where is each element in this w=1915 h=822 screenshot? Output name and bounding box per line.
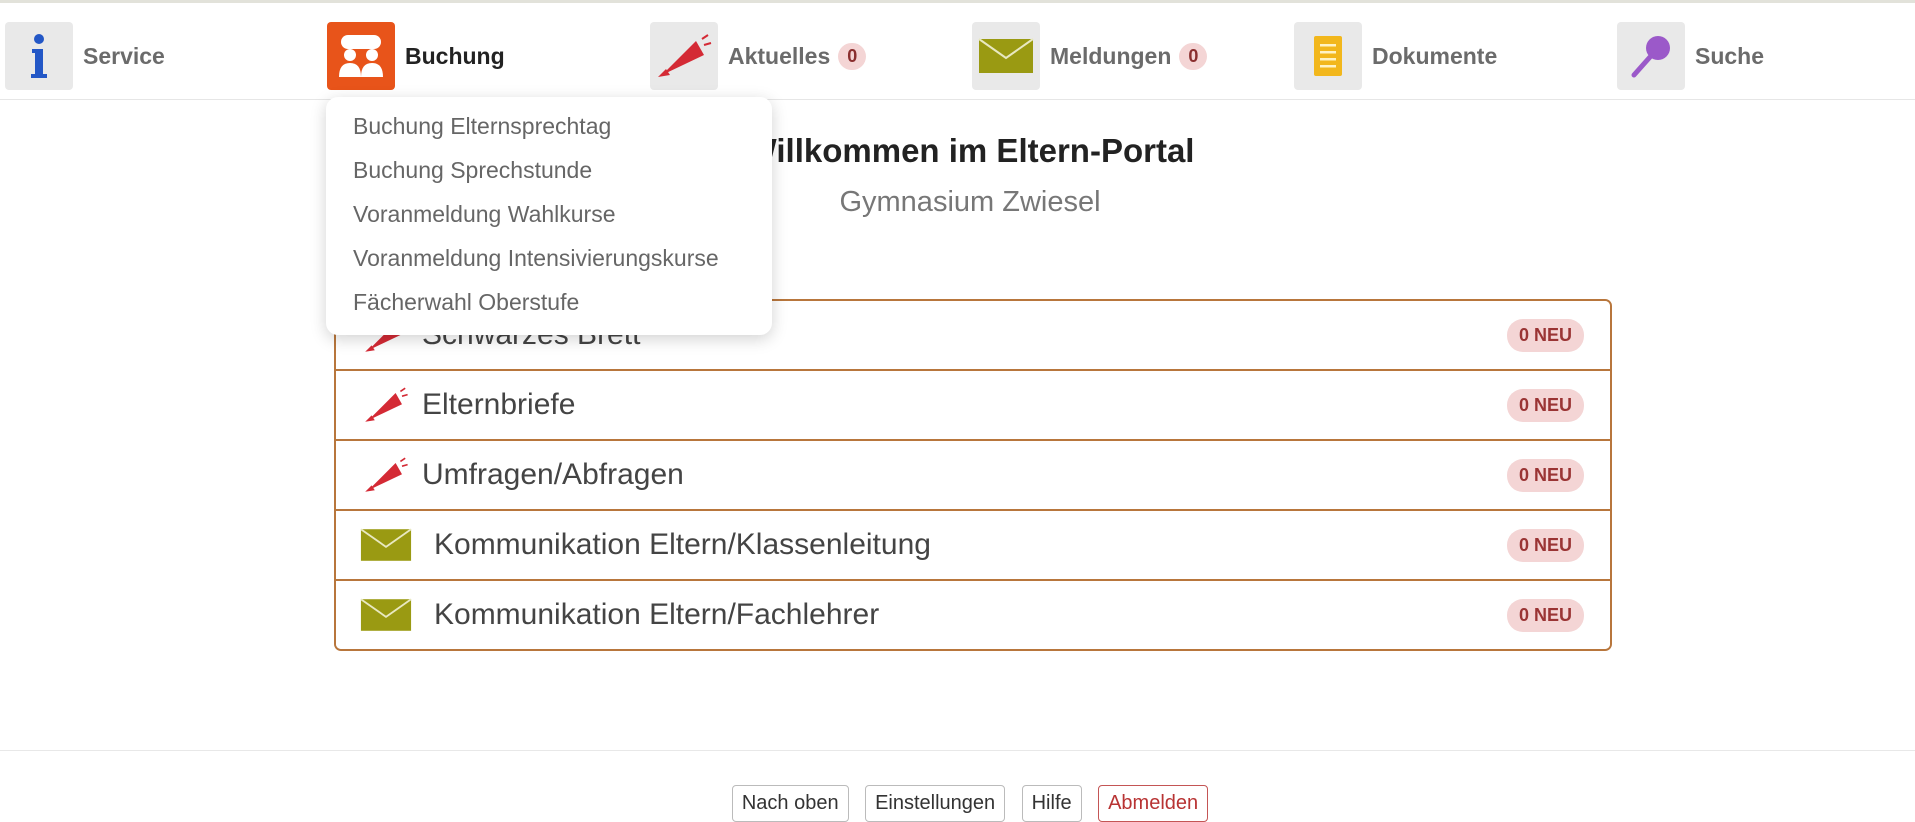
menu-item-intensivierungskurse[interactable]: Voranmeldung Intensivierungskurse: [353, 245, 719, 272]
meldungen-count-badge: 0: [1179, 42, 1208, 70]
new-count-badge: 0 NEU: [1506, 319, 1584, 352]
menu-item-sprechstunde[interactable]: Buchung Sprechstunde: [353, 157, 592, 184]
menu-item-wahlkurse[interactable]: Voranmeldung Wahlkurse: [353, 201, 616, 228]
nav-buchung[interactable]: Buchung: [327, 21, 505, 91]
nav-suche-label: Suche: [1695, 42, 1765, 69]
nav-aktuelles-label: Aktuelles: [728, 42, 831, 69]
footer: Nach oben Einstellungen Hilfe Abmelden: [0, 785, 1915, 822]
logout-button[interactable]: Abmelden: [1098, 785, 1209, 822]
envelope-icon: [360, 523, 412, 567]
list-item-label: Umfragen/Abfragen: [422, 458, 684, 491]
megaphone-icon: [360, 383, 412, 427]
envelope-icon: [360, 593, 412, 637]
magnifier-icon: [1617, 22, 1685, 90]
menu-item-faecherwahl[interactable]: Fächerwahl Oberstufe: [353, 289, 579, 316]
nav-meldungen[interactable]: Meldungen 0: [972, 21, 1208, 91]
aktuelles-count-badge: 0: [838, 42, 867, 70]
document-icon: [1294, 22, 1362, 90]
nav-suche[interactable]: Suche: [1617, 21, 1764, 91]
nav-meldungen-label: Meldungen: [1050, 42, 1172, 69]
school-name: Gymnasium Zwiesel: [839, 186, 1101, 218]
footer-divider: [0, 750, 1915, 751]
nav-service-label: Service: [83, 42, 165, 69]
back-to-top-button[interactable]: Nach oben: [731, 785, 849, 822]
new-count-badge: 0 NEU: [1506, 459, 1584, 492]
nav-dokumente-label: Dokumente: [1372, 42, 1498, 69]
buchung-dropdown-menu: Buchung Elternsprechtag Buchung Sprechst…: [326, 97, 772, 335]
megaphone-icon: [360, 453, 412, 497]
page-title: Willkommen im Eltern-Portal: [745, 132, 1195, 169]
menu-item-elternsprechtag[interactable]: Buchung Elternsprechtag: [353, 113, 611, 140]
category-list: Schwarzes Brett 0 NEU Elternbriefe 0 NEU…: [334, 299, 1612, 651]
megaphone-icon: [650, 22, 718, 90]
new-count-badge: 0 NEU: [1506, 529, 1584, 562]
settings-button[interactable]: Einstellungen: [865, 785, 1006, 822]
list-item[interactable]: Elternbriefe 0 NEU: [336, 371, 1610, 441]
nav-dokumente[interactable]: Dokumente: [1294, 21, 1497, 91]
info-icon: [5, 22, 73, 90]
top-navigation: Service Buchung Aktuelles 0 Meldungen 0 …: [0, 3, 1915, 100]
nav-buchung-label: Buchung: [405, 42, 505, 69]
new-count-badge: 0 NEU: [1506, 389, 1584, 422]
list-item[interactable]: Kommunikation Eltern/Fachlehrer 0 NEU: [336, 581, 1610, 649]
nav-service[interactable]: Service: [5, 21, 165, 91]
envelope-icon: [972, 22, 1040, 90]
nav-aktuelles[interactable]: Aktuelles 0: [650, 21, 867, 91]
list-item-label: Kommunikation Eltern/Klassenleitung: [434, 528, 931, 561]
people-icon: [327, 22, 395, 90]
list-item-label: Elternbriefe: [422, 388, 576, 421]
list-item[interactable]: Umfragen/Abfragen 0 NEU: [336, 441, 1610, 511]
new-count-badge: 0 NEU: [1506, 599, 1584, 632]
list-item[interactable]: Kommunikation Eltern/Klassenleitung 0 NE…: [336, 511, 1610, 581]
help-button[interactable]: Hilfe: [1021, 785, 1082, 822]
list-item-label: Kommunikation Eltern/Fachlehrer: [434, 598, 880, 631]
